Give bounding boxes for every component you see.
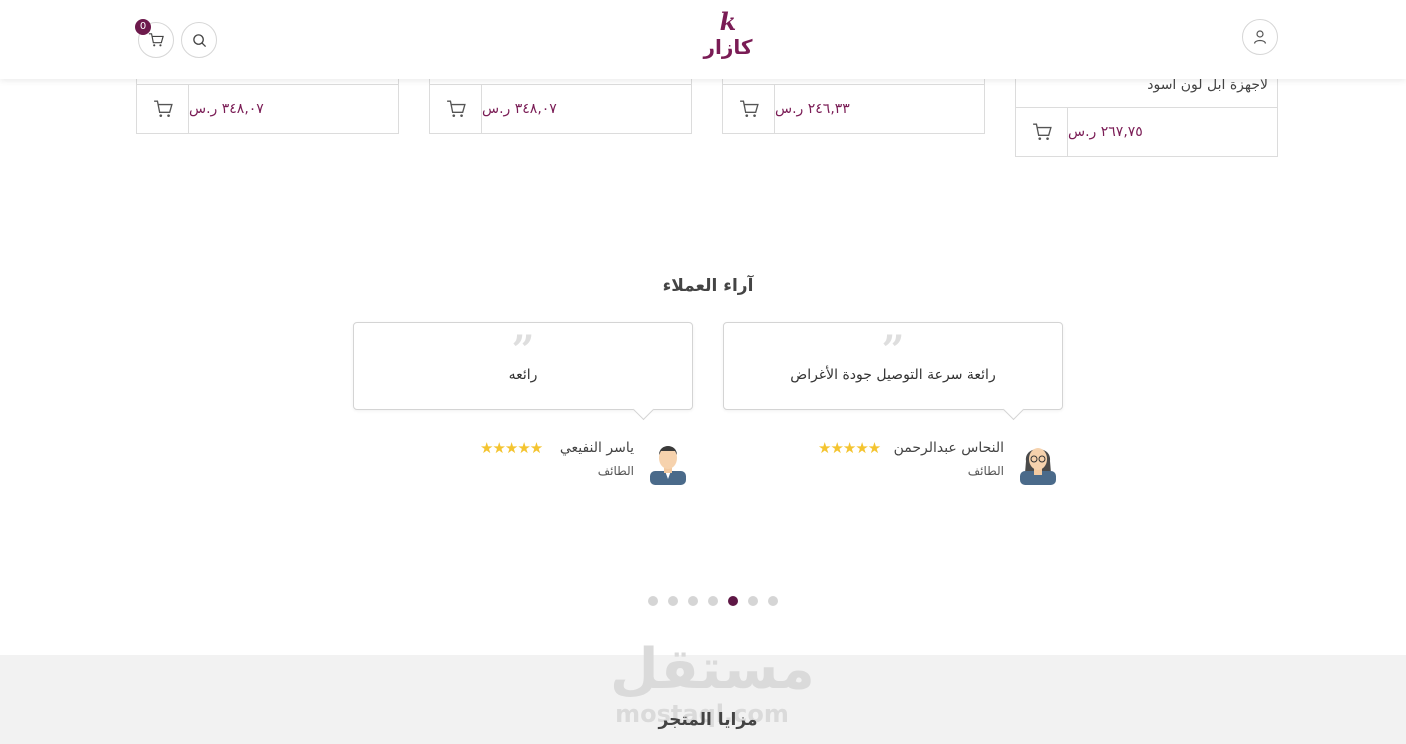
carousel-dot[interactable] (688, 596, 698, 606)
rating-stars: ★★★★★ (818, 439, 881, 457)
customer-city: الطائف (597, 464, 634, 478)
speech-tail (1002, 398, 1025, 421)
logo-text: كازار (703, 35, 753, 59)
carousel-dot[interactable] (708, 596, 718, 606)
site-header: k كازار 0 (0, 0, 1406, 79)
product-price: ٣٤٨,٠٧ ر.س (482, 101, 557, 117)
cart-icon (153, 100, 173, 117)
add-to-cart-button[interactable] (723, 85, 775, 133)
add-to-cart-button[interactable] (137, 85, 189, 133)
testimonial-card: ” رائعة سرعة التوصيل جودة الأغراض (723, 322, 1063, 421)
female-avatar-icon (1020, 448, 1056, 485)
features-title: مزايا المتجر (658, 710, 758, 730)
carousel-dot[interactable] (668, 596, 678, 606)
watermark-logo: مستقل (610, 637, 815, 702)
product-price: ٢٦٧,٧٥ ر.س (1068, 124, 1143, 140)
male-avatar-icon (650, 446, 686, 485)
customer-name: النحاس عبدالرحمن (893, 440, 1004, 456)
add-to-cart-button[interactable] (1016, 108, 1068, 156)
cart-icon (148, 33, 164, 47)
product-price: ٣٤٨,٠٧ ر.س (189, 101, 264, 117)
account-button[interactable] (1242, 19, 1278, 55)
customer-name: ياسر النفيعي (559, 440, 634, 456)
testimonials-title: آراء العملاء (662, 276, 754, 296)
carousel-pagination (648, 596, 778, 606)
cart-icon (739, 100, 759, 117)
product-price-row: ٣٤٨,٠٧ ر.س (137, 84, 398, 133)
testimonial-card: ” رائعه (353, 322, 693, 421)
speech-tail (632, 398, 655, 421)
cart-icon (446, 100, 466, 117)
carousel-dot[interactable] (648, 596, 658, 606)
product-price: ٢٤٦,٣٣ ر.س (775, 101, 850, 117)
testimonial-text: رائعة سرعة التوصيل جودة الأغراض (790, 367, 996, 383)
carousel-dot[interactable] (768, 596, 778, 606)
search-icon (192, 33, 206, 47)
product-price-row: ٢٦٧,٧٥ ر.س (1016, 107, 1277, 156)
testimonial-text: رائعه (508, 367, 538, 383)
cart-count-badge: 0 (135, 19, 151, 35)
logo-mark: k (719, 7, 737, 36)
rating-stars: ★★★★★ (480, 439, 543, 457)
product-price-row: ٣٤٨,٠٧ ر.س (430, 84, 691, 133)
customer-city: الطائف (967, 464, 1004, 478)
carousel-dot-active[interactable] (728, 596, 738, 606)
carousel-dot[interactable] (748, 596, 758, 606)
store-logo[interactable]: k كازار (700, 10, 756, 66)
quote-icon: ” (881, 327, 905, 374)
cart-icon (1032, 123, 1052, 140)
product-price-row: ٢٤٦,٣٣ ر.س (723, 84, 984, 133)
search-button[interactable] (181, 22, 217, 58)
add-to-cart-button[interactable] (430, 85, 482, 133)
quote-icon: ” (511, 327, 535, 374)
user-icon (1253, 30, 1267, 44)
